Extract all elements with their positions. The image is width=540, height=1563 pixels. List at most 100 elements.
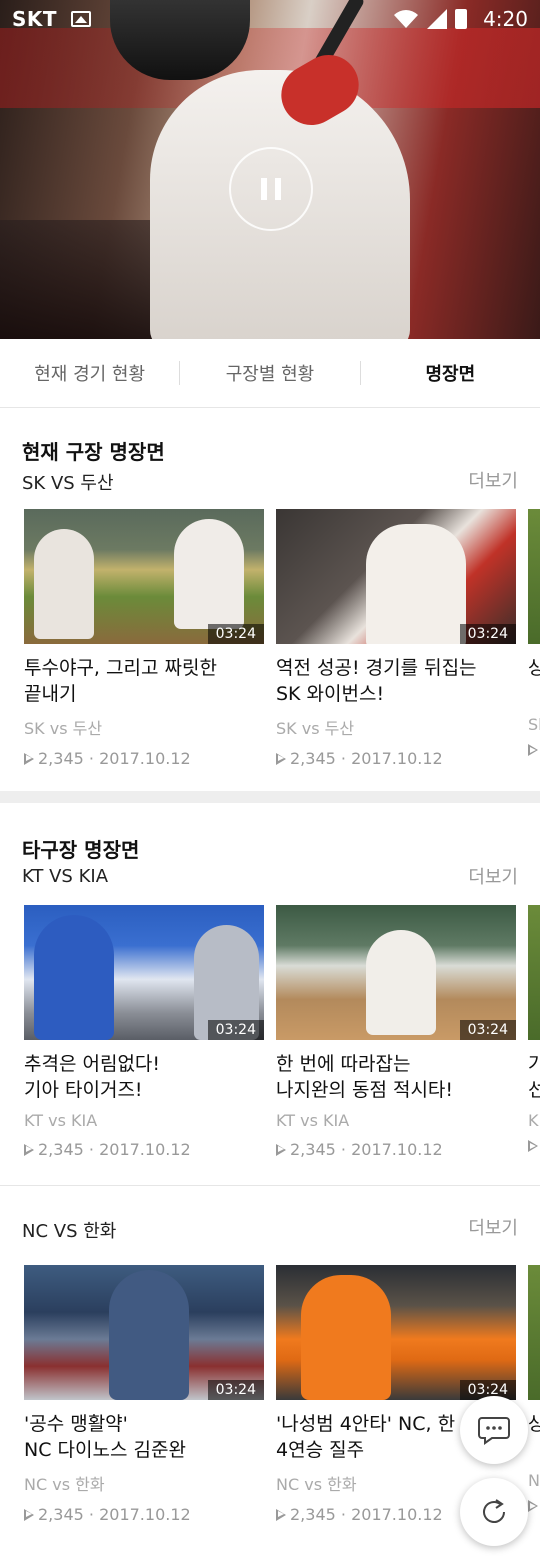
player-silhouette xyxy=(109,1270,189,1400)
video-meta: 2,345 · 2017.10.12 xyxy=(276,749,516,768)
video-title[interactable]: 한 번에 따라잡는 나지완의 동점 적시타! xyxy=(276,1051,516,1103)
chat-bubble-icon xyxy=(478,1417,510,1445)
view-count: 2,345 xyxy=(38,1505,84,1524)
duration-badge: 03:24 xyxy=(459,1020,516,1040)
video-matchup: KT vs KIA xyxy=(276,1111,350,1130)
play-icon xyxy=(24,1143,34,1156)
play-icon xyxy=(528,744,538,756)
player-silhouette xyxy=(366,930,436,1035)
pause-icon xyxy=(261,178,267,200)
meta-separator: · xyxy=(335,749,352,768)
meta-separator: · xyxy=(83,1505,100,1524)
refresh-icon xyxy=(483,1499,505,1523)
meta-separator: · xyxy=(83,1140,100,1159)
upload-date: 2017.10.12 xyxy=(99,749,191,768)
video-title[interactable]: 역전 성공! 경기를 뒤집는 SK 와이번스! xyxy=(276,655,516,707)
tab-stadium-status[interactable]: 구장별 현황 xyxy=(180,360,359,386)
video-matchup: KT vs KIA xyxy=(24,1111,98,1130)
more-link[interactable]: 더보기 xyxy=(468,863,518,889)
section-matchup: KT VS KIA xyxy=(22,866,109,887)
upload-date: 2017.10.12 xyxy=(99,1140,191,1159)
player-silhouette xyxy=(366,524,466,644)
play-icon xyxy=(276,752,286,765)
tab-bar: 현재 경기 현황 구장별 현황 명장면 xyxy=(0,339,540,408)
play-icon xyxy=(276,1143,286,1156)
player-silhouette xyxy=(34,915,114,1040)
more-link[interactable]: 더보기 xyxy=(468,1214,518,1240)
play-icon xyxy=(24,752,34,765)
video-card[interactable]: 03:24 투수야구, 그리고 짜릿한 끝내기 SK vs 두산 2,345 ·… xyxy=(24,509,264,768)
play-icon xyxy=(528,1140,538,1152)
video-matchup: SK vs 두산 xyxy=(24,719,103,738)
meta-separator: · xyxy=(335,1505,352,1524)
video-card[interactable]: 03:24 역전 성공! 경기를 뒤집는 SK 와이번스! SK vs 두산 2… xyxy=(276,509,516,768)
section-title: 타구장 명장면 xyxy=(22,838,140,862)
video-card[interactable]: 03:24 '공수 맹활약' NC 다이노스 김준완 NC vs 한화 2,34… xyxy=(24,1265,264,1524)
video-meta: 2,345 · 2017.10.12 xyxy=(24,1140,264,1159)
video-card-partial[interactable]: 가 선 K xyxy=(528,905,540,1152)
status-bar: SKT 4:20 xyxy=(0,0,540,38)
video-card[interactable]: 03:24 추격은 어림없다! 기아 타이거즈! KT vs KIA 2,345… xyxy=(24,905,264,1159)
view-count: 2,345 xyxy=(38,1140,84,1159)
video-card[interactable]: 03:24 한 번에 따라잡는 나지완의 동점 적시타! KT vs KIA 2… xyxy=(276,905,516,1159)
video-title[interactable]: 추격은 어림없다! 기아 타이거즈! xyxy=(24,1051,264,1103)
player-silhouette xyxy=(174,519,244,629)
video-title[interactable]: 상 xyxy=(528,1411,540,1463)
chat-button[interactable] xyxy=(460,1396,528,1464)
video-matchup: Sl xyxy=(528,715,540,734)
video-row: 03:24 추격은 어림없다! 기아 타이거즈! KT vs KIA 2,345… xyxy=(24,905,540,1185)
video-thumbnail[interactable] xyxy=(528,905,540,1040)
upload-date: 2017.10.12 xyxy=(351,749,443,768)
section-divider xyxy=(0,1185,540,1186)
play-icon xyxy=(276,1508,286,1521)
video-meta: 2,345 · 2017.10.12 xyxy=(24,749,264,768)
player-silhouette xyxy=(301,1275,391,1400)
video-thumbnail[interactable]: 03:24 xyxy=(24,905,264,1040)
video-card-partial[interactable]: 상 N xyxy=(528,1265,540,1512)
meta-separator: · xyxy=(83,749,100,768)
view-count: 2,345 xyxy=(38,749,84,768)
video-matchup: K xyxy=(528,1111,539,1130)
wifi-icon xyxy=(394,10,419,28)
video-meta: 2,345 · 2017.10.12 xyxy=(276,1140,516,1159)
refresh-button[interactable] xyxy=(460,1478,528,1546)
view-count: 2,345 xyxy=(290,1140,336,1159)
duration-badge: 03:24 xyxy=(459,624,516,644)
meta-separator: · xyxy=(335,1140,352,1159)
video-thumbnail[interactable] xyxy=(528,509,540,644)
tab-current-game[interactable]: 현재 경기 현황 xyxy=(0,360,179,386)
video-card-partial[interactable]: 상 Sl xyxy=(528,509,540,756)
play-icon xyxy=(528,1500,538,1512)
video-thumbnail[interactable]: 03:24 xyxy=(24,1265,264,1400)
video-player[interactable]: SKT 4:20 xyxy=(0,0,540,339)
video-title[interactable]: '공수 맹활약' NC 다이노스 김준완 xyxy=(24,1411,264,1463)
background-shadow xyxy=(0,220,170,339)
video-thumbnail[interactable]: 03:24 xyxy=(24,509,264,644)
video-matchup: NC vs 한화 xyxy=(24,1475,105,1494)
player-silhouette xyxy=(34,529,94,639)
section-title: 현재 구장 명장면 xyxy=(22,440,165,464)
video-thumbnail[interactable]: 03:24 xyxy=(276,905,516,1040)
pause-icon-bar xyxy=(275,178,281,200)
tab-highlights[interactable]: 명장면 xyxy=(361,360,540,386)
upload-date: 2017.10.12 xyxy=(351,1140,443,1159)
video-thumbnail[interactable]: 03:24 xyxy=(276,509,516,644)
duration-badge: 03:24 xyxy=(207,1380,264,1400)
pause-button[interactable] xyxy=(229,147,313,231)
video-title[interactable]: 가 선 xyxy=(528,1051,540,1103)
upload-date: 2017.10.12 xyxy=(351,1505,443,1524)
section-divider xyxy=(0,791,540,803)
video-row: 03:24 투수야구, 그리고 짜릿한 끝내기 SK vs 두산 2,345 ·… xyxy=(24,509,540,789)
video-thumbnail[interactable] xyxy=(528,1265,540,1400)
video-thumbnail[interactable]: 03:24 xyxy=(276,1265,516,1400)
view-count: 2,345 xyxy=(290,749,336,768)
view-count: 2,345 xyxy=(290,1505,336,1524)
more-link[interactable]: 더보기 xyxy=(468,467,518,493)
clock: 4:20 xyxy=(483,7,528,31)
duration-badge: 03:24 xyxy=(207,624,264,644)
carrier-label: SKT xyxy=(12,7,58,31)
video-title[interactable]: 상 xyxy=(528,655,540,707)
video-title[interactable]: 투수야구, 그리고 짜릿한 끝내기 xyxy=(24,655,264,707)
section-matchup: NC VS 한화 xyxy=(22,1221,117,1242)
signal-icon xyxy=(427,9,448,29)
